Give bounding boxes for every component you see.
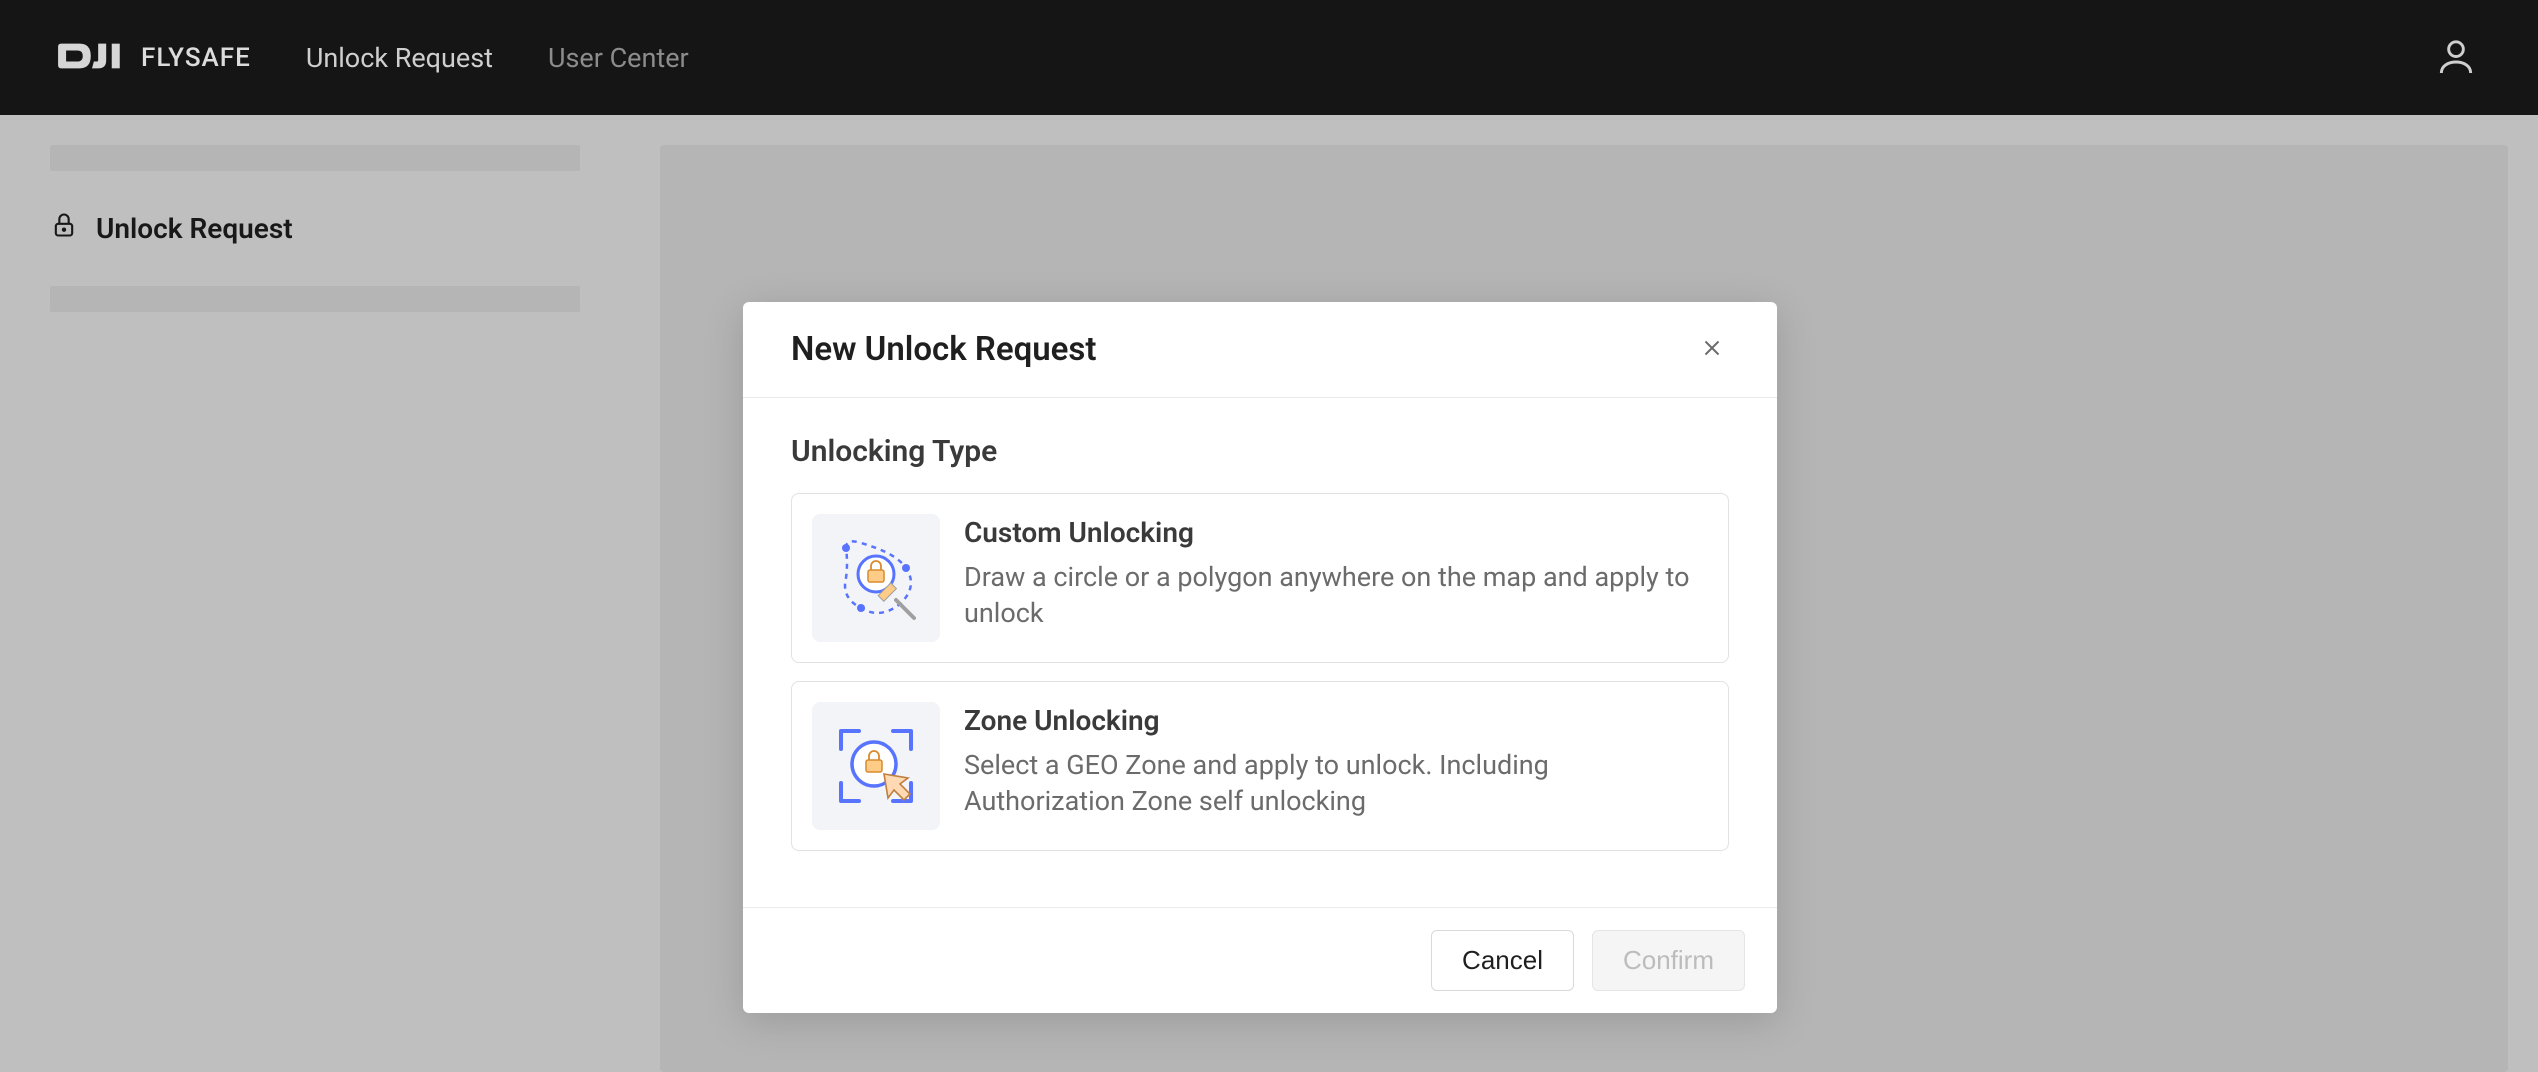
- cancel-button[interactable]: Cancel: [1431, 930, 1574, 991]
- dji-logo-icon: [55, 36, 129, 80]
- confirm-button[interactable]: Confirm: [1592, 930, 1745, 991]
- zone-unlocking-icon: [812, 702, 940, 830]
- modal-body: Unlocking Type C: [743, 398, 1777, 907]
- modal-header: New Unlock Request: [743, 302, 1777, 398]
- option-desc: Draw a circle or a polygon anywhere on t…: [964, 559, 1708, 632]
- option-desc: Select a GEO Zone and apply to unlock. I…: [964, 747, 1708, 820]
- main-nav: Unlock Request User Center: [306, 42, 689, 74]
- option-content: Zone Unlocking Select a GEO Zone and app…: [964, 702, 1708, 830]
- close-button[interactable]: [1695, 331, 1729, 368]
- option-content: Custom Unlocking Draw a circle or a poly…: [964, 514, 1708, 642]
- user-account-button[interactable]: [2434, 34, 2478, 81]
- option-custom-unlocking[interactable]: Custom Unlocking Draw a circle or a poly…: [791, 493, 1729, 663]
- new-unlock-request-modal: New Unlock Request Unlocking Type: [743, 302, 1777, 1013]
- option-zone-unlocking[interactable]: Zone Unlocking Select a GEO Zone and app…: [791, 681, 1729, 851]
- modal-overlay[interactable]: New Unlock Request Unlocking Type: [0, 115, 2538, 1072]
- nav-user-center[interactable]: User Center: [548, 42, 689, 74]
- app-header: FLYSAFE Unlock Request User Center: [0, 0, 2538, 115]
- brand-logo[interactable]: FLYSAFE: [55, 36, 251, 80]
- nav-unlock-request[interactable]: Unlock Request: [306, 42, 493, 74]
- option-title: Zone Unlocking: [964, 704, 1708, 737]
- unlocking-type-label: Unlocking Type: [791, 434, 1729, 469]
- custom-unlocking-icon: [812, 514, 940, 642]
- close-icon: [1699, 349, 1725, 364]
- logo-text: FLYSAFE: [141, 43, 251, 73]
- option-title: Custom Unlocking: [964, 516, 1708, 549]
- modal-title: New Unlock Request: [791, 330, 1096, 369]
- modal-footer: Cancel Confirm: [743, 907, 1777, 1013]
- user-icon: [2434, 66, 2478, 81]
